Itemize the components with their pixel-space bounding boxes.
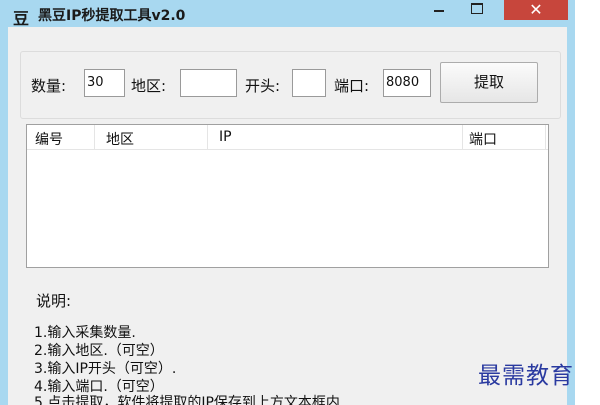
instructions-title: 说明: <box>36 292 72 310</box>
instruction-item: 5.点击提取，软件将提取的IP保存到上方文本框内 <box>34 395 340 405</box>
port-input[interactable]: 8080 <box>383 69 431 97</box>
title-bar[interactable]: 豆 黑豆IP秒提取工具v2.0 ✕ <box>0 0 575 28</box>
port-label: 端口: <box>334 77 370 95</box>
instruction-item: 3.输入IP开头（可空）. <box>34 361 177 377</box>
app-window: 豆 黑豆IP秒提取工具v2.0 ✕ 数量: 30 地区: 开头: 端口: 808… <box>0 0 575 405</box>
column-divider[interactable] <box>94 125 95 149</box>
column-header-ip[interactable]: IP <box>219 129 232 145</box>
instruction-item: 1.输入采集数量. <box>34 325 136 341</box>
count-label: 数量: <box>31 77 67 95</box>
minimize-icon <box>434 10 444 12</box>
watermark-text: 最需教育 <box>478 363 574 389</box>
column-divider[interactable] <box>462 125 463 149</box>
close-icon: ✕ <box>529 0 543 19</box>
region-label: 地区: <box>131 77 167 95</box>
fetch-button[interactable]: 提取 <box>440 62 538 103</box>
column-header-port[interactable]: 端口 <box>469 129 497 149</box>
close-button[interactable]: ✕ <box>504 0 568 20</box>
region-input[interactable] <box>180 69 237 97</box>
maximize-button[interactable] <box>461 0 491 20</box>
column-header-number[interactable]: 编号 <box>35 129 63 149</box>
window-title: 黑豆IP秒提取工具v2.0 <box>38 8 186 24</box>
ip-list[interactable]: 编号 地区 IP 端口 <box>26 124 549 268</box>
minimize-button[interactable] <box>424 0 454 20</box>
instruction-item: 2.输入地区.（可空） <box>34 343 164 359</box>
app-logo-icon: 豆 <box>13 9 30 28</box>
prefix-label: 开头: <box>245 77 281 95</box>
column-header-region[interactable]: 地区 <box>106 129 134 149</box>
column-divider[interactable] <box>545 125 546 149</box>
instruction-item: 4.输入端口.（可空） <box>34 379 164 395</box>
prefix-input[interactable] <box>292 69 326 97</box>
count-input[interactable]: 30 <box>84 69 125 97</box>
column-divider[interactable] <box>207 125 208 149</box>
maximize-icon <box>471 3 483 14</box>
list-header: 编号 地区 IP 端口 <box>27 125 548 150</box>
client-area: 数量: 30 地区: 开头: 端口: 8080 提取 编号 地区 IP 端口 说… <box>8 27 567 405</box>
